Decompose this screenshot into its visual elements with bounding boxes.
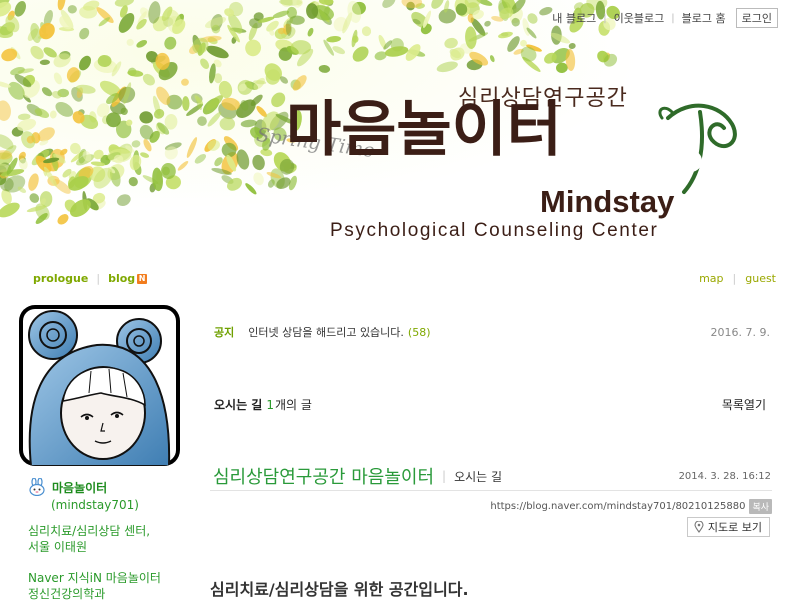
profile-description-extra: Naver 지식iN 마음놀이터 정신건강의학과 xyxy=(28,570,178,602)
notice-date: 2016. 7. 9. xyxy=(710,325,770,339)
new-badge-icon: N xyxy=(137,273,148,284)
post-header: 심리상담연구공간 마음놀이터 | 오시는 길 2014. 3. 28. 16:1… xyxy=(213,463,771,489)
my-blog-link[interactable]: 내 블로그 xyxy=(552,10,596,26)
profile-avatar[interactable] xyxy=(19,305,180,466)
notice-row: 공지 인터넷 상담을 해드리고 있습니다. (58) 2016. 7. 9. xyxy=(214,324,770,340)
profile-desc-line: Naver 지식iN 마음놀이터 xyxy=(28,571,161,585)
post-category-link[interactable]: 오시는 길 xyxy=(454,468,502,485)
blog-menu: prologue | blog N xyxy=(33,272,148,285)
neighbor-blog-link[interactable]: 이웃블로그 xyxy=(614,10,665,26)
nav-separator: | xyxy=(603,12,607,24)
post-permalink[interactable]: https://blog.naver.com/mindstay701/80210… xyxy=(490,501,745,512)
leaf-decoration xyxy=(289,15,305,25)
category-name: 오시는 길 xyxy=(214,398,263,412)
title-separator: | xyxy=(442,469,447,483)
location-pin-icon xyxy=(694,521,704,533)
post-title[interactable]: 심리상담연구공간 마음놀이터 xyxy=(213,463,434,489)
prologue-tab[interactable]: prologue xyxy=(33,272,88,285)
map-link[interactable]: map xyxy=(699,272,723,285)
post-divider xyxy=(210,490,772,491)
notice-title-link[interactable]: 인터넷 상담을 해드리고 있습니다. xyxy=(248,324,404,340)
bunny-icon xyxy=(29,478,45,496)
profile-desc-line: 심리치료/심리상담 센터, xyxy=(28,524,151,538)
blog-utility-menu: map | guest xyxy=(699,272,776,285)
blog-home-link[interactable]: 블로그 홈 xyxy=(682,10,726,26)
login-button[interactable]: 로그인 xyxy=(735,8,778,28)
profile-desc-line: 서울 이태원 xyxy=(28,540,88,554)
profile-nickname: 마음놀이터 xyxy=(52,480,108,495)
top-navigation: 내 블로그 | 이웃블로그 | 블로그 홈 로그인 xyxy=(552,8,778,28)
category-header: 오시는 길 1 개의 글 목록열기 xyxy=(214,396,766,413)
open-list-button[interactable]: 목록열기 xyxy=(722,396,766,413)
profile-description: 심리치료/심리상담 센터, 서울 이태원 xyxy=(28,523,178,555)
copy-url-button[interactable]: 복사 xyxy=(749,499,772,514)
guest-link[interactable]: guest xyxy=(745,272,776,285)
banner-logo-title: 마음놀이터 xyxy=(286,95,562,165)
banner-logo-english: Mindstay xyxy=(540,184,675,219)
avatar-illustration xyxy=(23,309,176,466)
menu-separator: | xyxy=(96,272,101,285)
profile-name-row: 마음놀이터 xyxy=(28,478,107,496)
notice-comment-count[interactable]: (58) xyxy=(408,326,431,339)
post-datetime: 2014. 3. 28. 16:12 xyxy=(678,470,771,482)
leaf-decoration xyxy=(219,117,235,131)
post-body-heading: 심리치료/심리상담을 위한 공간입니다. xyxy=(210,580,469,599)
view-map-label: 지도로 보기 xyxy=(707,521,762,534)
blog-tab[interactable]: blog xyxy=(108,272,135,285)
banner-tagline: Psychological Counseling Center xyxy=(330,220,659,241)
notice-label: 공지 xyxy=(214,326,235,339)
blog-header-banner: 내 블로그 | 이웃블로그 | 블로그 홈 로그인 Spring Time 심리… xyxy=(0,0,800,262)
post-url-row: https://blog.naver.com/mindstay701/80210… xyxy=(490,499,772,514)
menu-separator: | xyxy=(732,272,737,285)
profile-user-id: (mindstay701) xyxy=(51,498,139,512)
category-post-count: 1 xyxy=(266,397,274,412)
category-count-unit: 개의 글 xyxy=(274,398,312,412)
nav-separator: | xyxy=(671,12,675,24)
view-map-button[interactable]: 지도로 보기 xyxy=(686,517,770,537)
